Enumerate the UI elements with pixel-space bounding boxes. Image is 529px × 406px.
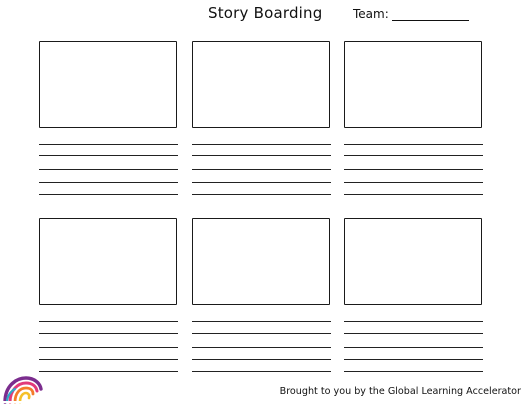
storyboard-panel-6 (344, 218, 483, 372)
page-title: Story Boarding (208, 4, 323, 22)
writing-line[interactable] (39, 182, 178, 183)
writing-line[interactable] (39, 169, 178, 170)
team-label: Team: (353, 7, 389, 21)
storyboard-panel-5 (192, 218, 331, 372)
panel-frame[interactable] (344, 218, 482, 305)
logo-base (3, 401, 43, 403)
writing-line[interactable] (192, 321, 331, 322)
writing-line[interactable] (192, 169, 331, 170)
writing-line[interactable] (39, 371, 178, 372)
logo-arc-yellow (18, 391, 31, 404)
writing-line[interactable] (344, 321, 483, 322)
writing-line[interactable] (344, 371, 483, 372)
writing-line[interactable] (344, 194, 483, 195)
panel-frame[interactable] (192, 218, 330, 305)
writing-line[interactable] (192, 144, 331, 145)
writing-line[interactable] (344, 169, 483, 170)
writing-line[interactable] (192, 371, 331, 372)
writing-line[interactable] (192, 155, 331, 156)
writing-line[interactable] (39, 144, 178, 145)
writing-line[interactable] (39, 321, 178, 322)
writing-line[interactable] (344, 182, 483, 183)
team-field: Team: (353, 7, 469, 21)
panel-frame[interactable] (39, 41, 177, 128)
writing-line[interactable] (39, 155, 178, 156)
writing-line[interactable] (344, 359, 483, 360)
storyboard-panel-4 (39, 218, 178, 372)
writing-line[interactable] (192, 333, 331, 334)
footer-credit: Brought to you by the Global Learning Ac… (279, 386, 521, 397)
writing-line[interactable] (192, 347, 331, 348)
storyboard-panel-3 (344, 41, 483, 195)
panel-frame[interactable] (344, 41, 482, 128)
writing-line[interactable] (344, 333, 483, 334)
rainbow-arc-logo-icon (3, 376, 43, 404)
writing-line[interactable] (39, 347, 178, 348)
storyboard-panel-2 (192, 41, 331, 195)
writing-line[interactable] (344, 144, 483, 145)
writing-line[interactable] (192, 194, 331, 195)
writing-line[interactable] (39, 194, 178, 195)
panel-frame[interactable] (192, 41, 330, 128)
writing-line[interactable] (192, 359, 331, 360)
writing-line[interactable] (39, 333, 178, 334)
team-blank-line[interactable] (391, 9, 469, 21)
writing-line[interactable] (39, 359, 178, 360)
writing-line[interactable] (344, 155, 483, 156)
writing-line[interactable] (192, 182, 331, 183)
writing-line[interactable] (344, 347, 483, 348)
storyboard-panel-1 (39, 41, 178, 195)
panel-frame[interactable] (39, 218, 177, 305)
